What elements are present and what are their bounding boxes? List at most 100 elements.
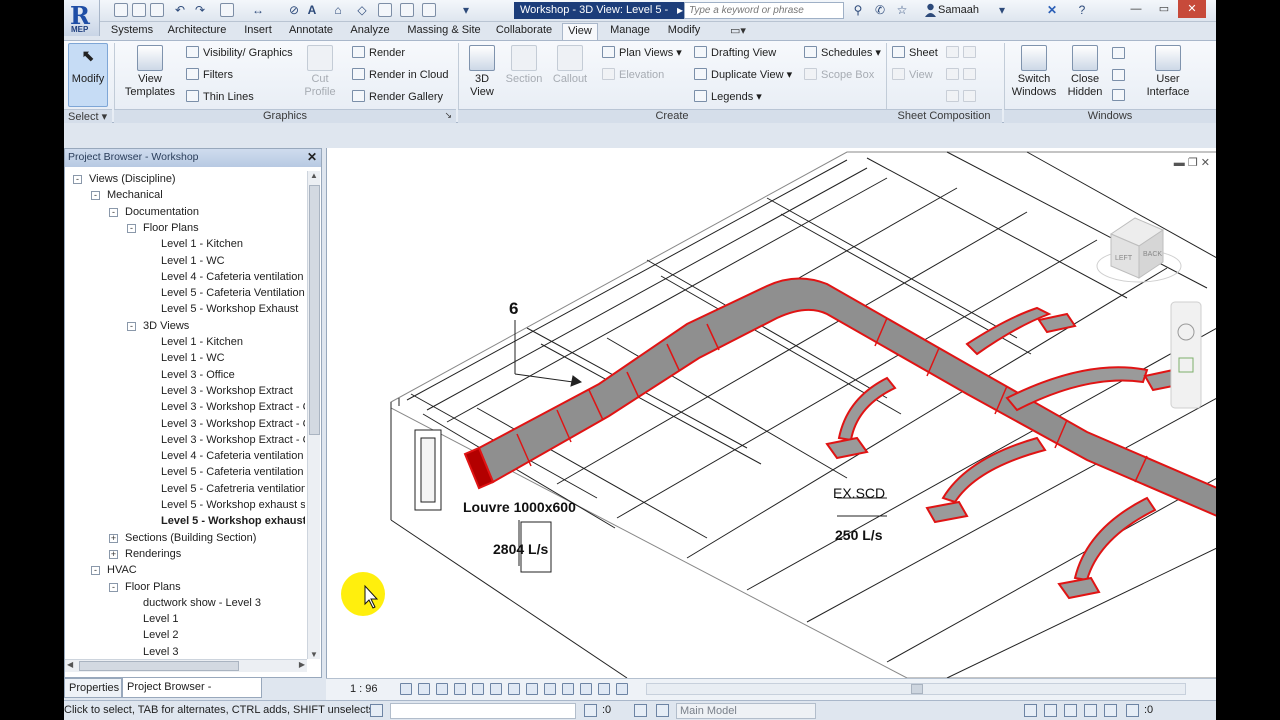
- temporary-view-properties-icon[interactable]: [616, 683, 628, 695]
- collapse-icon[interactable]: -: [127, 321, 136, 331]
- star-icon[interactable]: ☆: [894, 3, 910, 18]
- exchange-apps-icon[interactable]: ✕: [1044, 3, 1060, 18]
- tab-insert[interactable]: Insert: [240, 23, 276, 40]
- sync-icon[interactable]: [150, 3, 164, 17]
- crop-view-icon[interactable]: [490, 683, 502, 695]
- tree-item[interactable]: Level 3 - Office: [161, 367, 235, 383]
- tree-item[interactable]: Mechanical: [107, 187, 163, 203]
- close-hidden-button[interactable]: Close Hidden: [1062, 45, 1108, 99]
- crop-region-icon[interactable]: [508, 683, 520, 695]
- render-dialog-icon[interactable]: [472, 683, 484, 695]
- view-scroll-thumb[interactable]: [911, 684, 923, 694]
- tree-item[interactable]: Level 5 - Workshop exhaust: [161, 513, 305, 529]
- tree-item[interactable]: Level 5 - Workshop Exhaust: [161, 301, 298, 317]
- close-icon[interactable]: ✕: [307, 150, 317, 164]
- scroll-left-icon[interactable]: ◀: [67, 660, 73, 669]
- scroll-thumb[interactable]: [309, 185, 320, 435]
- view-minimize-icon[interactable]: ▬: [1174, 157, 1185, 169]
- tree-item[interactable]: 3D Views: [143, 318, 189, 334]
- tree-item[interactable]: Level 3: [143, 644, 178, 659]
- viewcube[interactable]: LEFT BACK: [1096, 217, 1182, 283]
- cut-profile-button[interactable]: Cut Profile: [298, 45, 342, 99]
- select-links-icon[interactable]: [1024, 704, 1037, 717]
- tree-item[interactable]: Views (Discipline): [89, 171, 176, 187]
- scroll-up-icon[interactable]: ▲: [310, 171, 318, 180]
- view-restore-icon[interactable]: ❐: [1188, 157, 1198, 169]
- duplicate-view-button[interactable]: Duplicate View ▾: [694, 67, 792, 83]
- switch-windows-button[interactable]: Switch Windows: [1008, 45, 1060, 99]
- maximize-icon[interactable]: ▭: [1150, 0, 1178, 18]
- 3d-view-icon[interactable]: ⌂: [330, 3, 346, 18]
- tab-architecture[interactable]: Architecture: [164, 23, 230, 40]
- visual-style-icon[interactable]: [418, 683, 430, 695]
- user-dropdown-icon[interactable]: ▾: [994, 3, 1010, 18]
- section-icon[interactable]: ◇: [354, 3, 370, 18]
- tree-item[interactable]: Level 5 - Workshop exhaust s: [161, 497, 305, 513]
- tree-item[interactable]: ductwork show - Level 3: [143, 595, 261, 611]
- navigation-bar[interactable]: [1170, 301, 1202, 409]
- temp-hide-icon[interactable]: [544, 683, 556, 695]
- user-icon[interactable]: [924, 3, 937, 17]
- section-button[interactable]: Section: [504, 45, 544, 86]
- collapse-icon[interactable]: -: [91, 566, 100, 576]
- tag-number[interactable]: 6: [509, 299, 518, 318]
- collapse-icon[interactable]: -: [127, 223, 136, 233]
- editing-requests-icon[interactable]: [584, 704, 597, 717]
- expand-icon[interactable]: +: [109, 549, 118, 559]
- ex-flow-tag[interactable]: 250 L/s: [835, 527, 883, 543]
- measure-icon[interactable]: [220, 3, 234, 17]
- shadows-icon[interactable]: [454, 683, 466, 695]
- search-input[interactable]: Type a keyword or phrase: [684, 2, 844, 19]
- tag-icon[interactable]: ⊘: [286, 3, 302, 18]
- tab-modify[interactable]: Modify: [662, 23, 706, 40]
- application-menu-button[interactable]: R MEP: [64, 0, 100, 36]
- tree-item[interactable]: Documentation: [125, 204, 199, 220]
- design-options-icon[interactable]: [634, 704, 647, 717]
- tree-item[interactable]: Level 3 - Workshop Extract - Copy: [161, 432, 305, 448]
- tab-properties[interactable]: Properties: [64, 678, 122, 698]
- redo-icon[interactable]: ↷: [192, 3, 208, 18]
- louvre-size-tag[interactable]: Louvre 1000x600: [463, 499, 576, 515]
- tree-item[interactable]: Level 5 - Cafetreria ventilation: [161, 481, 305, 497]
- lock-view-icon[interactable]: [526, 683, 538, 695]
- tree-item[interactable]: Level 1 - WC: [161, 350, 225, 366]
- vertical-scrollbar[interactable]: ▲ ▼: [307, 171, 320, 659]
- select-underlay-icon[interactable]: [1044, 704, 1057, 717]
- main-exhaust-duct[interactable]: [463, 277, 1216, 517]
- render-gallery-button[interactable]: Render Gallery: [352, 89, 443, 105]
- tab-annotate[interactable]: Annotate: [286, 23, 336, 40]
- view-scale[interactable]: 1 : 96: [350, 683, 378, 695]
- view-close-icon[interactable]: ✕: [1201, 157, 1210, 169]
- louvre-flow-tag[interactable]: 2804 L/s: [493, 541, 548, 557]
- horizontal-scroll-thumb[interactable]: [79, 661, 239, 671]
- scope-box-button[interactable]: Scope Box: [804, 67, 874, 83]
- close-hidden-icon[interactable]: [400, 3, 414, 17]
- tab-manage[interactable]: Manage: [606, 23, 654, 40]
- sheet-button[interactable]: Sheet: [892, 45, 938, 61]
- tree-item[interactable]: Level 1 - Kitchen: [161, 236, 243, 252]
- tab-massing-site[interactable]: Massing & Site: [404, 23, 484, 40]
- plan-views-button[interactable]: Plan Views ▾: [602, 45, 682, 61]
- guide-grid-button[interactable]: [946, 67, 980, 83]
- view-placement-button[interactable]: View: [892, 67, 933, 83]
- binoculars-icon[interactable]: ⚲: [850, 3, 866, 18]
- thin-lines-icon[interactable]: [378, 3, 392, 17]
- legends-button[interactable]: Legends ▾: [694, 89, 762, 105]
- aligned-dimension-icon[interactable]: ↔: [250, 3, 266, 18]
- 3d-view-button[interactable]: 3D View: [462, 45, 502, 99]
- modify-button[interactable]: ⬉ Modify: [68, 43, 108, 107]
- ex-scd-tag[interactable]: EX.SCD: [833, 485, 885, 501]
- tile-icon[interactable]: [1112, 89, 1125, 101]
- tree-item[interactable]: Level 1 - WC: [161, 253, 225, 269]
- text-icon[interactable]: A: [304, 3, 320, 18]
- active-model-dropdown[interactable]: Main Model: [676, 703, 816, 719]
- tree-item[interactable]: Renderings: [125, 546, 181, 562]
- tree-item[interactable]: Level 3 - Workshop Extract - Copy: [161, 399, 305, 415]
- viewcube-left-face[interactable]: LEFT: [1115, 255, 1133, 262]
- reveal-hidden-icon[interactable]: [562, 683, 574, 695]
- title-block-button[interactable]: [946, 45, 980, 61]
- highlight-displacement-icon[interactable]: [598, 683, 610, 695]
- collapse-icon[interactable]: -: [109, 582, 118, 592]
- tab-systems[interactable]: Systems: [108, 23, 156, 40]
- tree-item[interactable]: Level 3 - Workshop Extract - Copy: [161, 416, 305, 432]
